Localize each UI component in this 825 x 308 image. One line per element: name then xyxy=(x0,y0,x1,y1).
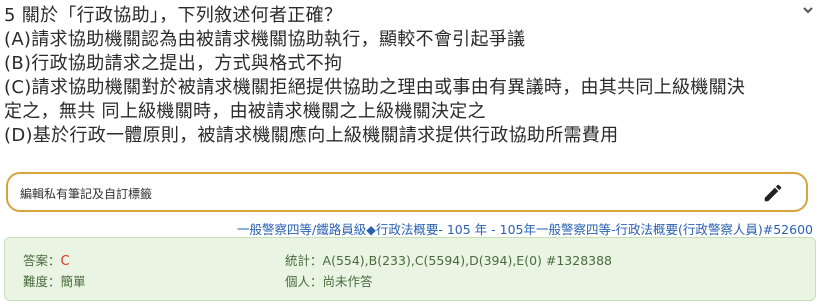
stats-label: 統計： xyxy=(285,253,323,268)
difficulty-value: 簡單 xyxy=(60,274,86,289)
answer-label: 答案： xyxy=(23,253,61,268)
option-a: (A)請求協助機關認為由被請求機關協助執行，顯較不會引起爭議 xyxy=(4,29,526,50)
option-c: (C)請求協助機關對於被請求機關拒絕提供協助之理由或事由有異議時，由其共同上級機… xyxy=(4,77,746,98)
personal-row: 個人：尚未作答 xyxy=(285,271,373,290)
difficulty-label: 難度： xyxy=(23,274,61,289)
source-exam-link[interactable]: 一般警察四等/鐵路員級◆行政法概要- 105 年 - 105年一般警察四等-行政… xyxy=(237,219,813,238)
personal-value: 尚未作答 xyxy=(322,274,373,289)
answer-panel: 答案：C 難度：簡單 統計：A(554),B(233),C(5594),D(39… xyxy=(4,237,816,301)
option-d: (D)基於行政一體原則，被請求機關應向上級機關請求提供行政協助所需費用 xyxy=(4,125,619,146)
pencil-icon[interactable] xyxy=(762,182,784,204)
stats-row: 統計：A(554),B(233),C(5594),D(394),E(0) #13… xyxy=(285,250,612,269)
question-title: 5 關於「行政協助」，下列敘述何者正確？ xyxy=(4,5,343,26)
answer-row: 答案：C xyxy=(23,250,70,269)
note-placeholder: 編輯私有筆記及自訂標籤 xyxy=(20,187,153,201)
option-c-continued: 定之，無共 同上級機關時，由被請求機關之上級機關決定之 xyxy=(4,101,486,122)
chevron-down-icon[interactable] xyxy=(801,4,815,18)
personal-label: 個人： xyxy=(285,274,323,289)
question-block: 5 關於「行政協助」，下列敘述何者正確？ (A)請求協助機關認為由被請求機關協助… xyxy=(4,4,804,148)
difficulty-row: 難度：簡單 xyxy=(23,271,86,290)
answer-value: C xyxy=(60,254,70,269)
option-b: (B)行政協助請求之提出，方式與格式不拘 xyxy=(4,53,343,74)
private-note-field[interactable]: 編輯私有筆記及自訂標籤 xyxy=(6,172,808,212)
stats-value: A(554),B(233),C(5594),D(394),E(0) #13283… xyxy=(322,253,613,268)
